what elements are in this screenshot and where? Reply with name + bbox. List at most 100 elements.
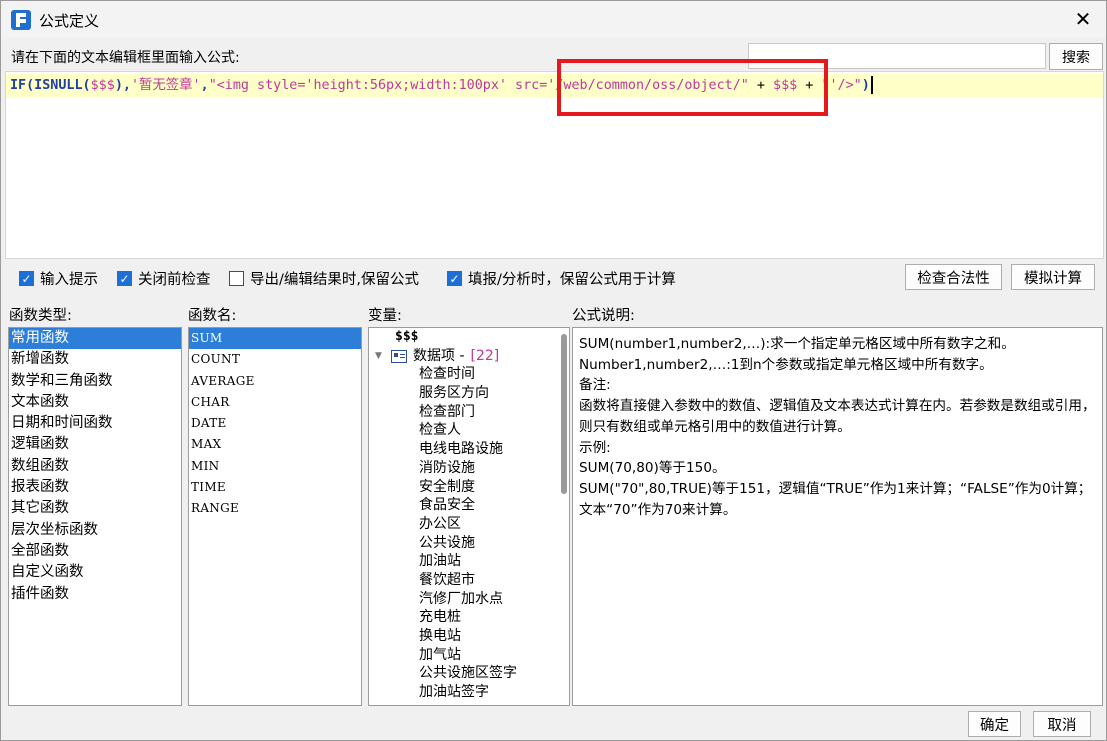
function-type-item[interactable]: 数学和三角函数 — [9, 371, 181, 392]
function-type-item[interactable]: 自定义函数 — [9, 562, 181, 583]
function-type-item[interactable]: 日期和时间函数 — [9, 413, 181, 434]
function-name-item[interactable]: RANGE — [189, 498, 361, 519]
description-line: 备注: — [579, 377, 611, 394]
description-line: 函数将直接健入参数中的数值、逻辑值及文本表达式计算在内。若参数是数组或引用，则只… — [579, 398, 1096, 435]
variable-group-count: [22] — [470, 347, 500, 364]
function-name-item[interactable]: CHAR — [189, 392, 361, 413]
keep-formula-fill-option[interactable]: ✓ 填报/分析时，保留公式用于计算 — [447, 268, 676, 289]
app-logo-icon — [11, 10, 31, 30]
description-line: SUM(70,80)等于150。 — [579, 460, 726, 477]
collapse-arrow-icon[interactable]: ▼ — [375, 347, 391, 366]
function-type-list[interactable]: 常用函数 新增函数 数学和三角函数 文本函数 日期和时间函数 逻辑函数 数组函数 报表函数 其它… — [8, 327, 182, 706]
formula-token: + — [748, 78, 774, 93]
function-name-item[interactable]: DATE — [189, 413, 361, 434]
formula-token: "<img style='height:56px;width:100px' sr… — [208, 78, 749, 93]
search-input[interactable] — [748, 43, 1046, 69]
description-label: 公式说明: — [572, 308, 635, 324]
variable-item[interactable]: 检查时间 — [369, 365, 569, 384]
description-line: 示例: — [579, 439, 611, 456]
function-type-item[interactable]: 文本函数 — [9, 392, 181, 413]
formula-description: SUM(number1,number2,…):求一个指定单元格区域中所有数字之和… — [572, 327, 1103, 706]
variable-item[interactable]: 加气站 — [369, 646, 569, 665]
variable-group[interactable]: ▼ 数据项 - [22] — [369, 347, 569, 366]
input-hint-option[interactable]: ✓ 输入提示 — [19, 268, 98, 289]
function-type-item[interactable]: 报表函数 — [9, 477, 181, 498]
function-type-item[interactable]: 全部函数 — [9, 541, 181, 562]
variable-item[interactable]: 公共设施区签字 — [369, 664, 569, 683]
description-line: Number1,number2,…:1到n个参数或指定单元格区域中所有数字。 — [579, 356, 993, 373]
variable-item[interactable]: 充电桩 — [369, 608, 569, 627]
function-type-item[interactable]: 常用函数 — [9, 328, 181, 350]
function-name-item[interactable]: COUNT — [189, 349, 361, 370]
scrollbar-thumb[interactable] — [561, 334, 567, 494]
validate-button[interactable]: 检查合法性 — [905, 264, 1002, 290]
formula-token: '暂无签章' — [130, 78, 201, 93]
dataset-icon — [391, 349, 407, 363]
window-title: 公式定义 — [39, 12, 100, 30]
formula-token: ) — [861, 78, 870, 93]
formula-token: + — [797, 78, 822, 93]
variable-tree[interactable]: $$$ ▼ 数据项 - [22] 检查时间 服务区方向 检查部门 检查人 电线电路设施消… — [368, 327, 570, 706]
variable-item[interactable]: 加油站签字 — [369, 683, 569, 702]
variable-group-label: 数据项 - — [413, 347, 465, 364]
keep-formula-export-label: 导出/编辑结果时,保留公式 — [250, 272, 419, 288]
keep-formula-export-checkbox[interactable] — [229, 271, 244, 286]
formula-token: , — [200, 78, 209, 93]
input-hint-checkbox[interactable]: ✓ — [19, 271, 34, 286]
description-line: SUM(number1,number2,…):求一个指定单元格区域中所有数字之和… — [579, 336, 1015, 352]
formula-editor[interactable]: IF(ISNULL($$$),'暂无签章',"<img style='heigh… — [5, 71, 1104, 259]
ok-button[interactable]: 确定 — [968, 711, 1021, 737]
simulate-button[interactable]: 模拟计算 — [1011, 264, 1095, 290]
function-type-item[interactable]: 新增函数 — [9, 349, 181, 370]
variable-item[interactable]: 消防设施 — [369, 459, 569, 478]
keep-formula-fill-checkbox[interactable]: ✓ — [447, 271, 462, 286]
function-name-list[interactable]: SUM COUNT AVERAGE CHAR DATE MAX MIN TIME RANGE — [188, 327, 362, 706]
variable-root[interactable]: $$$ — [369, 328, 569, 347]
variable-item[interactable]: 服务区方向 — [369, 384, 569, 403]
formula-token: $$$ — [773, 78, 798, 93]
function-type-item[interactable]: 逻辑函数 — [9, 434, 181, 455]
formula-token: $$$ — [90, 78, 115, 93]
function-type-item[interactable]: 数组函数 — [9, 456, 181, 477]
function-name-item[interactable]: SUM — [189, 328, 361, 350]
variable-label: 变量: — [368, 308, 402, 324]
formula-dialog: 公式定义 ✕ 请在下面的文本编辑框里面输入公式: 搜索 IF(ISNULL($$… — [0, 0, 1107, 741]
variable-item[interactable]: 餐饮超市 — [369, 571, 569, 590]
variable-item[interactable]: 换电站 — [369, 627, 569, 646]
text-caret — [870, 76, 873, 94]
function-type-item[interactable]: 其它函数 — [9, 498, 181, 519]
function-name-item[interactable]: AVERAGE — [189, 371, 361, 392]
formula-token: "'/>" — [821, 78, 862, 93]
keep-formula-fill-label: 填报/分析时，保留公式用于计算 — [468, 272, 676, 288]
function-name-item[interactable]: MIN — [189, 456, 361, 477]
formula-prompt-label: 请在下面的文本编辑框里面输入公式: — [11, 50, 240, 66]
variable-item[interactable]: 电线电路设施 — [369, 440, 569, 459]
function-type-item[interactable]: 层次坐标函数 — [9, 520, 181, 541]
variable-item[interactable]: 食品安全 — [369, 496, 569, 515]
variable-item[interactable]: 安全制度 — [369, 478, 569, 497]
input-hint-label: 输入提示 — [40, 272, 98, 288]
keep-formula-export-option[interactable]: 导出/编辑结果时,保留公式 — [229, 268, 419, 289]
function-type-item[interactable]: 插件函数 — [9, 584, 181, 605]
variable-item[interactable]: 加油站 — [369, 552, 569, 571]
description-line: SUM("70",80,TRUE)等于151，逻辑值“TRUE”作为1来计算；“… — [579, 480, 1092, 518]
function-name-label: 函数名: — [188, 308, 237, 324]
cancel-button[interactable]: 取消 — [1033, 711, 1091, 737]
variable-item[interactable]: 检查部门 — [369, 403, 569, 422]
check-before-close-option[interactable]: ✓ 关闭前检查 — [117, 268, 211, 289]
check-before-close-checkbox[interactable]: ✓ — [117, 271, 132, 286]
formula-token: IF(ISNULL( — [10, 78, 91, 93]
check-before-close-label: 关闭前检查 — [138, 272, 211, 288]
variable-item[interactable]: 汽修厂加水点 — [369, 590, 569, 609]
variable-item[interactable]: 公共设施 — [369, 534, 569, 553]
function-name-item[interactable]: MAX — [189, 434, 361, 455]
search-button[interactable]: 搜索 — [1049, 43, 1103, 70]
variable-item[interactable]: 检查人 — [369, 421, 569, 440]
close-button[interactable]: ✕ — [1060, 1, 1106, 37]
function-name-item[interactable]: TIME — [189, 477, 361, 498]
formula-token: ), — [114, 78, 131, 93]
function-type-label: 函数类型: — [9, 308, 72, 324]
formula-current-line[interactable]: IF(ISNULL($$$),'暂无签章',"<img style='heigh… — [6, 74, 1103, 98]
variable-item[interactable]: 办公区 — [369, 515, 569, 534]
title-bar: 公式定义 ✕ — [1, 1, 1106, 37]
